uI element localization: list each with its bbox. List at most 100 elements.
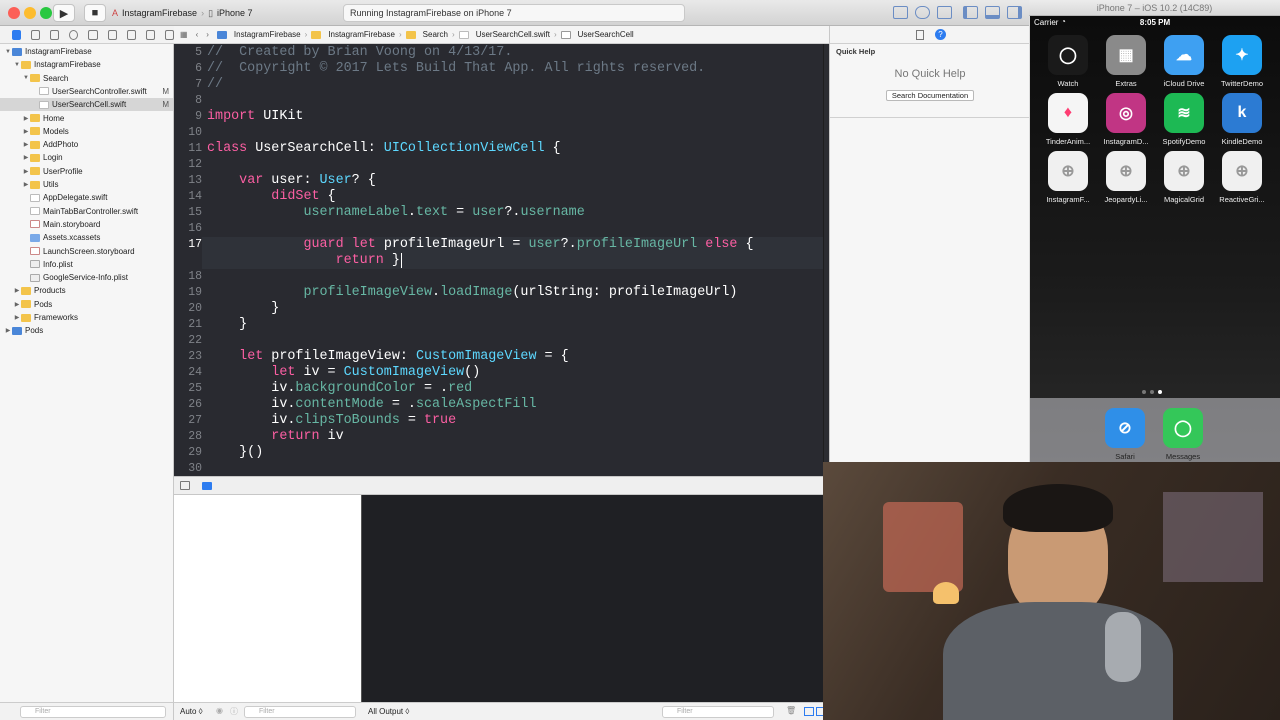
file-inspector-icon[interactable]	[916, 30, 924, 40]
disclosure-triangle-icon[interactable]: ▶	[22, 128, 30, 135]
symbol-navigator-icon[interactable]	[50, 29, 60, 40]
disclosure-triangle-icon[interactable]: ▶	[13, 287, 21, 294]
disclosure-triangle-icon[interactable]: ▶	[22, 141, 30, 148]
navigator-filter-input[interactable]: Filter	[20, 706, 166, 718]
code-line[interactable]: iv.backgroundColor = .red	[207, 381, 472, 397]
navigator-item[interactable]: UserSearchCell.swift M	[0, 98, 173, 112]
breadcrumb-item[interactable]: Search	[423, 30, 448, 39]
code-editor[interactable]: 5 6 7 8 9 10 11 12 13 14 15 16 17 18 19 20 21 22 23 24 25 26 2…	[174, 44, 823, 476]
app-icon-5[interactable]: ◎ InstagramD...	[1098, 93, 1154, 146]
code-line[interactable]: iv.clipsToBounds = true	[207, 413, 456, 429]
report-navigator-icon[interactable]	[164, 29, 174, 40]
code-line[interactable]: return iv	[207, 429, 343, 445]
code-line[interactable]: // Copyright © 2017 Lets Build That App.…	[207, 61, 705, 77]
navigator-item[interactable]: ▶ Models	[0, 125, 173, 138]
navigator-item[interactable]: LaunchScreen.storyboard	[0, 245, 173, 258]
app-icon-6[interactable]: ≋ SpotifyDemo	[1156, 93, 1212, 146]
code-line[interactable]: didSet {	[207, 189, 335, 205]
eye-icon[interactable]: ◉	[216, 706, 223, 715]
disclosure-triangle-icon[interactable]: ▶	[13, 301, 21, 308]
code-line[interactable]: usernameLabel.text = user?.username	[207, 205, 584, 221]
debug-navigator-icon[interactable]	[126, 29, 136, 40]
related-items-icon[interactable]: ▦	[180, 30, 188, 39]
app-icon-11[interactable]: ⊕ ReactiveGri...	[1214, 151, 1270, 204]
disclosure-triangle-icon[interactable]: ▶	[22, 154, 30, 161]
navigator-item[interactable]: Main.storyboard	[0, 218, 173, 231]
disclosure-triangle-icon[interactable]: ▶	[4, 327, 12, 334]
navigator-item[interactable]: ▶ Login	[0, 151, 173, 164]
navigator-item[interactable]: Info.plist	[0, 258, 173, 271]
app-icon-7[interactable]: k KindleDemo	[1214, 93, 1270, 146]
toggle-navigator-icon[interactable]	[963, 6, 978, 19]
close-window-button[interactable]	[8, 7, 20, 19]
app-icon-8[interactable]: ⊕ InstagramF...	[1040, 151, 1096, 204]
navigator-item[interactable]: ▶ UserProfile	[0, 165, 173, 178]
disclosure-triangle-icon[interactable]: ▶	[13, 314, 21, 321]
disclosure-triangle-icon[interactable]: ▶	[22, 181, 30, 188]
version-editor-icon[interactable]	[937, 6, 952, 19]
find-navigator-icon[interactable]	[69, 29, 79, 40]
code-line[interactable]: let iv = CustomImageView()	[207, 365, 480, 381]
disclosure-triangle-icon[interactable]: ▶	[22, 168, 30, 175]
navigator-item[interactable]: AppDelegate.swift	[0, 191, 173, 204]
navigator-item[interactable]: GoogleService-Info.plist	[0, 271, 173, 284]
breadcrumb-item[interactable]: UserSearchCell	[578, 30, 634, 39]
navigator-item[interactable]: ▶ Frameworks	[0, 311, 173, 324]
variables-scope-select[interactable]: Auto ◊	[180, 707, 203, 716]
code-line[interactable]: guard let profileImageUrl = user?.profil…	[207, 237, 753, 253]
test-navigator-icon[interactable]	[107, 29, 117, 40]
toggle-debug-area-icon[interactable]	[985, 6, 1000, 19]
app-icon-9[interactable]: ⊕ JeopardyLi...	[1098, 151, 1154, 204]
issue-navigator-icon[interactable]	[88, 29, 98, 40]
app-icon-4[interactable]: ♦ TinderAnim...	[1040, 93, 1096, 146]
console-output[interactable]	[361, 495, 823, 702]
zoom-window-button[interactable]	[40, 7, 52, 19]
dock-app-1[interactable]: ◯ Messages	[1155, 408, 1211, 461]
split-view-icon[interactable]	[804, 707, 814, 716]
code-line[interactable]: profileImageView.loadImage(urlString: pr…	[207, 285, 737, 301]
navigator-item[interactable]: ▶ Pods	[0, 324, 173, 337]
navigator-item[interactable]: ▶ Utils	[0, 178, 173, 191]
info-icon[interactable]: ⓘ	[230, 706, 238, 717]
breadcrumb-item[interactable]: InstagramFirebase	[328, 30, 395, 39]
minimize-window-button[interactable]	[24, 7, 36, 19]
back-icon[interactable]: ‹	[196, 30, 199, 39]
breakpoint-navigator-icon[interactable]	[145, 29, 155, 40]
forward-icon[interactable]: ›	[206, 30, 209, 39]
trash-icon[interactable]: 🗑	[786, 706, 796, 715]
code-line[interactable]: import UIKit	[207, 109, 303, 125]
navigator-item[interactable]: ▶ Home	[0, 112, 173, 125]
quick-help-icon[interactable]: ?	[935, 29, 946, 40]
navigator-item[interactable]: UserSearchController.swift M	[0, 85, 173, 98]
breadcrumb-item[interactable]: UserSearchCell.swift	[476, 30, 550, 39]
breadcrumb-item[interactable]: InstagramFirebase	[234, 30, 301, 39]
hide-debug-icon[interactable]	[180, 481, 190, 490]
navigator-item[interactable]: MainTabBarController.swift	[0, 205, 173, 218]
disclosure-triangle-icon[interactable]: ▼	[4, 49, 12, 55]
app-icon-2[interactable]: ☁ iCloud Drive	[1156, 35, 1212, 88]
navigator-item[interactable]: ▶ AddPhoto	[0, 138, 173, 151]
toggle-inspector-icon[interactable]	[1007, 6, 1022, 19]
project-navigator-icon[interactable]	[12, 29, 22, 40]
assistant-editor-icon[interactable]	[915, 6, 930, 19]
run-button[interactable]: ▶	[53, 4, 75, 22]
code-line[interactable]: // Created by Brian Voong on 4/13/17.	[207, 45, 512, 61]
dock-app-0[interactable]: ⊘ Safari	[1097, 408, 1153, 461]
app-icon-3[interactable]: ✦ TwitterDemo	[1214, 35, 1270, 88]
code-line[interactable]: var user: User? {	[207, 173, 376, 189]
code-line[interactable]: }()	[207, 445, 263, 461]
code-line[interactable]: class UserSearchCell: UICollectionViewCe…	[207, 141, 561, 157]
navigator-item[interactable]: ▶ Products	[0, 284, 173, 297]
code-line[interactable]: return }	[207, 253, 402, 269]
code-line[interactable]: let profileImageView: CustomImageView = …	[207, 349, 569, 365]
code-line[interactable]: }	[207, 317, 247, 333]
navigator-item[interactable]: ▼ Search	[0, 72, 173, 85]
standard-editor-icon[interactable]	[893, 6, 908, 19]
breakpoints-toggle-icon[interactable]	[202, 482, 212, 490]
code-line[interactable]: }	[207, 301, 279, 317]
navigator-item[interactable]: ▼ InstagramFirebase	[0, 45, 173, 58]
app-icon-10[interactable]: ⊕ MagicalGrid	[1156, 151, 1212, 204]
navigator-item[interactable]: ▶ Pods	[0, 298, 173, 311]
source-control-icon[interactable]	[31, 29, 41, 40]
disclosure-triangle-icon[interactable]: ▼	[13, 62, 21, 68]
